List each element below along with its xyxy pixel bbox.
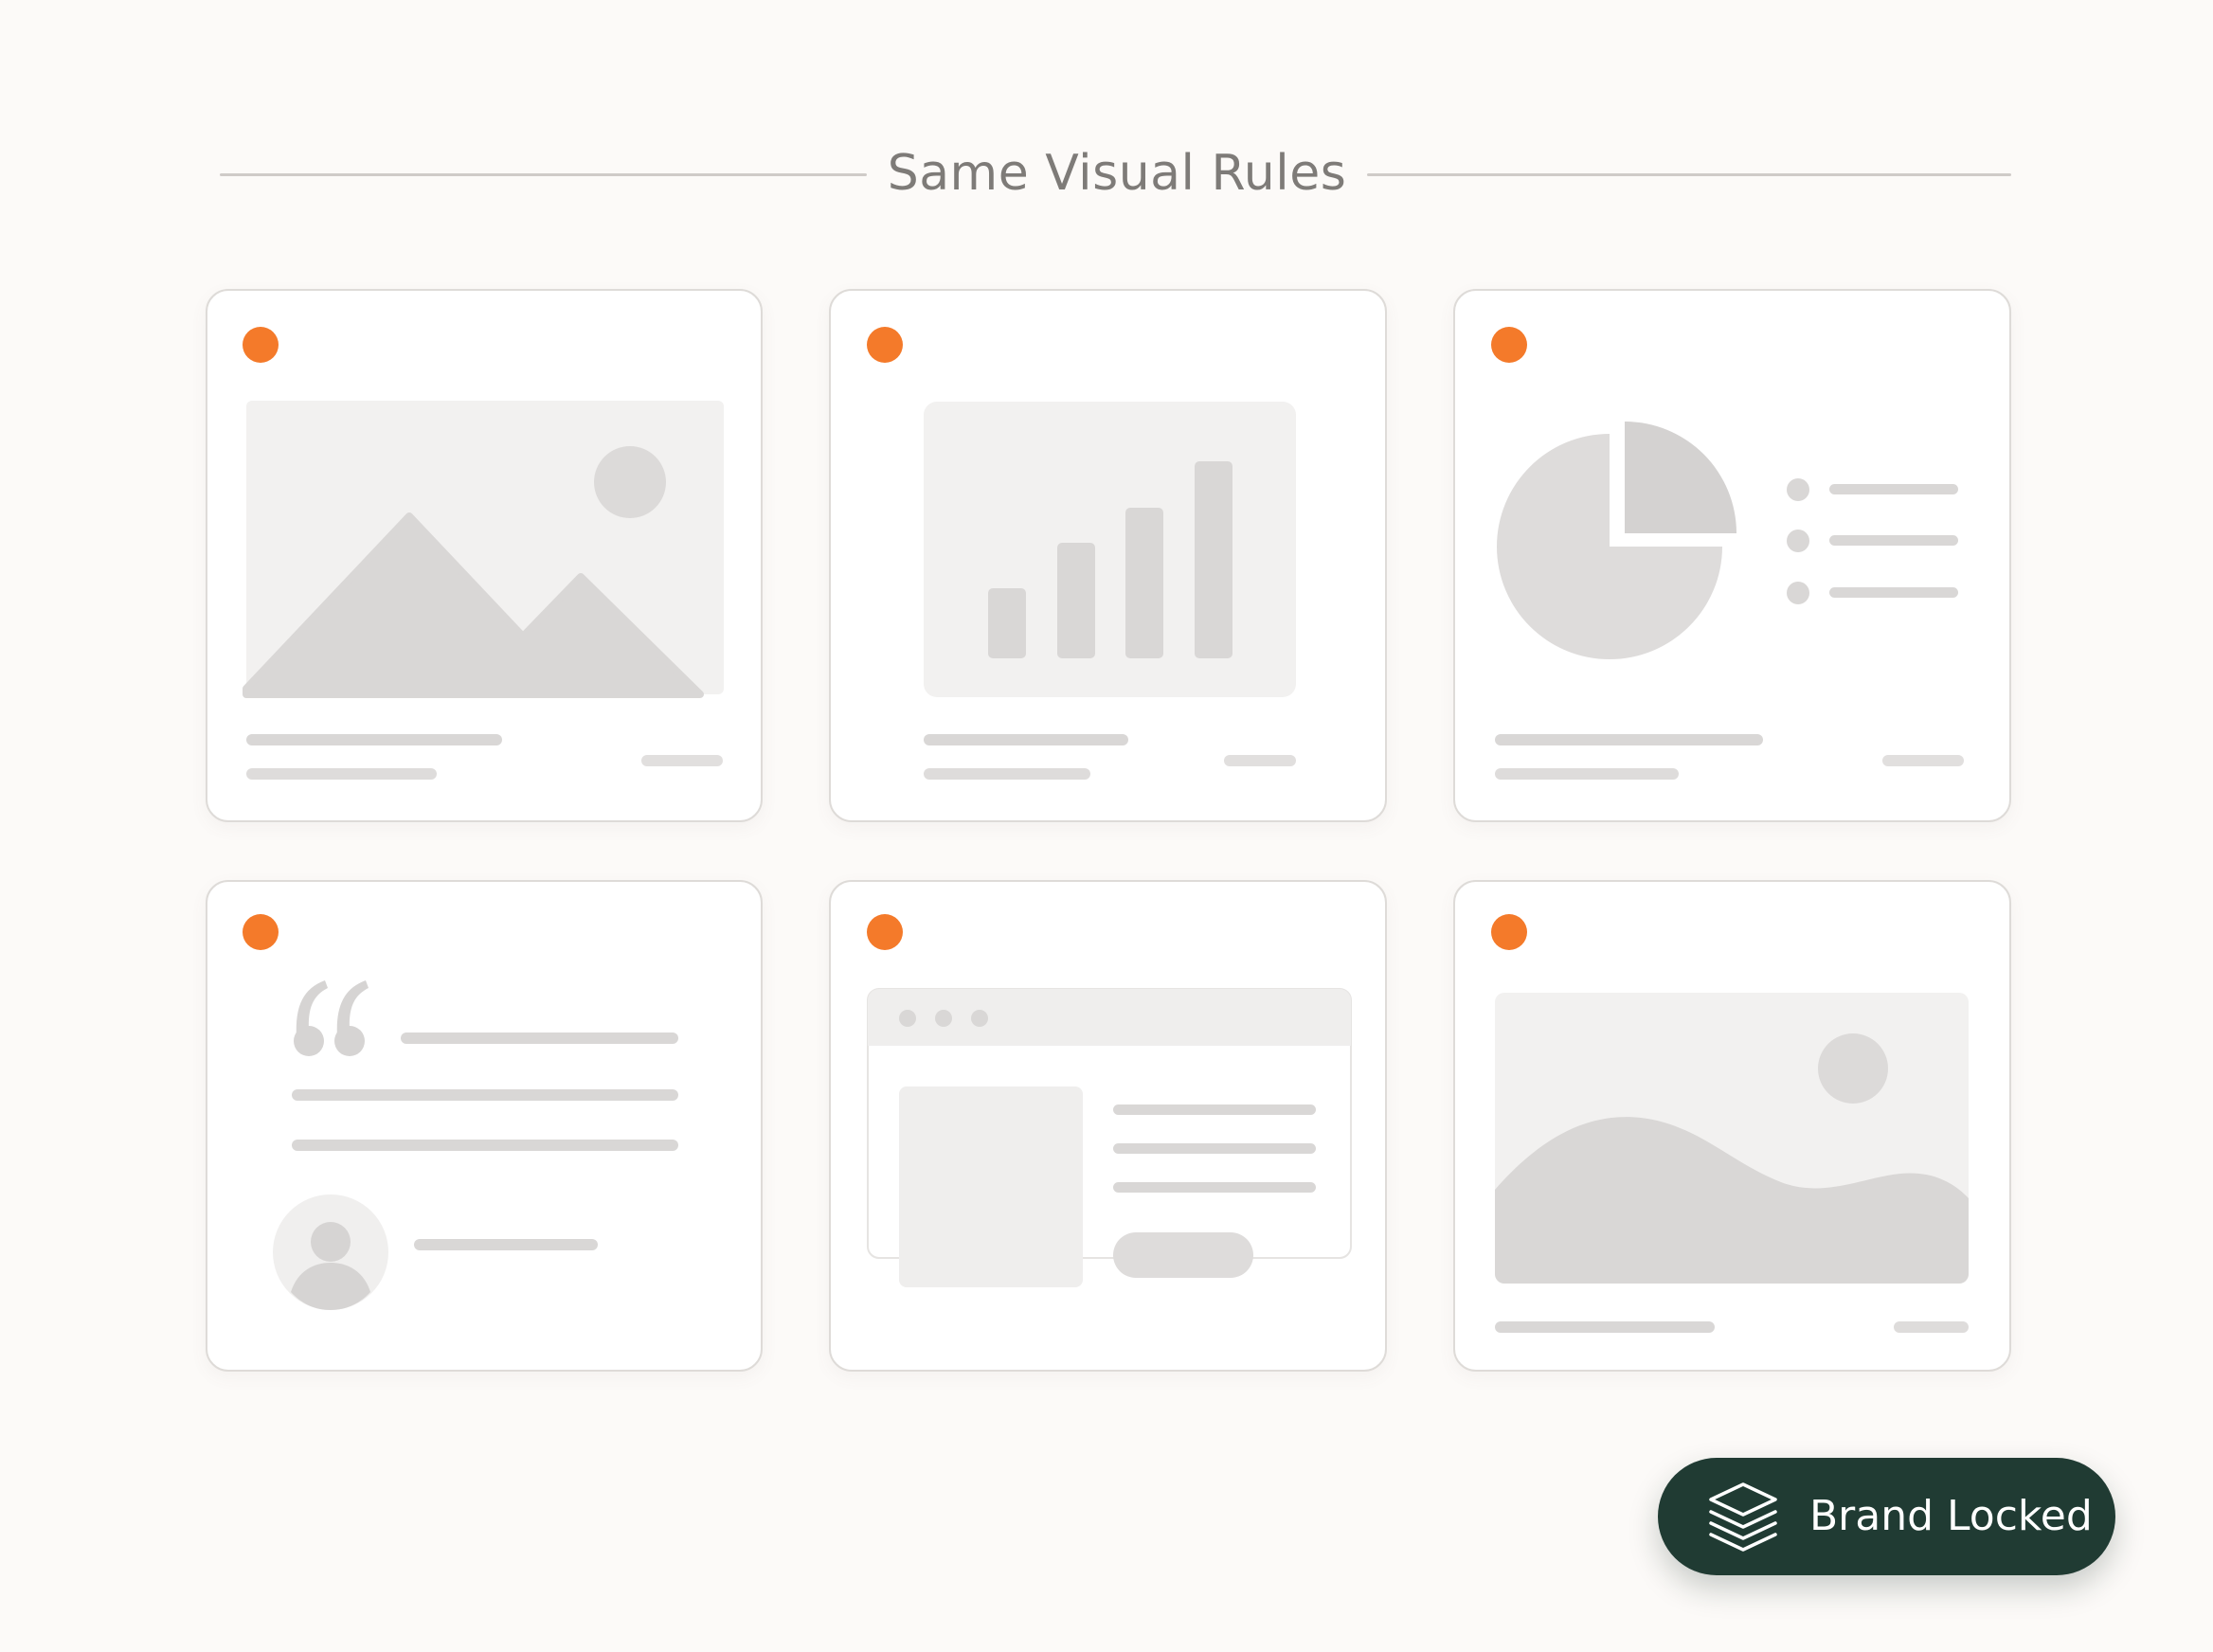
card-landscape-illustration bbox=[1491, 914, 1969, 1333]
card-landscape[interactable] bbox=[1453, 880, 2011, 1372]
brand-locked-label: Brand Locked bbox=[1809, 1492, 2093, 1540]
window-dot bbox=[899, 1010, 916, 1027]
text-line-placeholder bbox=[246, 768, 437, 780]
card-web-page-illustration bbox=[867, 914, 1352, 1287]
text-line-placeholder bbox=[1113, 1143, 1316, 1154]
meta-line-placeholder bbox=[641, 755, 723, 766]
bar-icon bbox=[1125, 508, 1163, 658]
text-line-placeholder bbox=[924, 768, 1090, 780]
card-web-page[interactable] bbox=[829, 880, 1387, 1372]
text-line-placeholder bbox=[1113, 1182, 1316, 1193]
meta-line-placeholder bbox=[1224, 755, 1296, 766]
text-line-placeholder bbox=[246, 734, 502, 745]
pie-slice-icon bbox=[1625, 422, 1736, 533]
legend-dot bbox=[1787, 530, 1809, 552]
text-line-placeholder bbox=[1495, 1321, 1715, 1333]
card-pie-chart-illustration bbox=[1491, 327, 1964, 780]
accent-dot bbox=[1491, 327, 1527, 363]
quote-mark-icon bbox=[294, 980, 369, 1056]
text-line-placeholder bbox=[292, 1089, 678, 1101]
sun-icon bbox=[1818, 1033, 1888, 1104]
accent-dot bbox=[243, 914, 279, 950]
card-quote[interactable] bbox=[206, 880, 763, 1372]
window-dot bbox=[935, 1010, 952, 1027]
card-quote-illustration bbox=[243, 914, 678, 1310]
legend-line-placeholder bbox=[1829, 535, 1958, 546]
bar-icon bbox=[1057, 543, 1095, 658]
title-divider-right bbox=[1367, 173, 2011, 176]
card-bar-chart-illustration bbox=[867, 327, 1296, 780]
chart-frame bbox=[924, 402, 1296, 697]
legend-line-placeholder bbox=[1829, 484, 1958, 494]
bar-icon bbox=[988, 588, 1026, 658]
text-line-placeholder bbox=[924, 734, 1128, 745]
card-pie-chart[interactable] bbox=[1453, 289, 2011, 822]
sun-icon bbox=[594, 446, 666, 518]
text-line-placeholder bbox=[401, 1032, 678, 1044]
text-line-placeholder bbox=[1495, 768, 1679, 780]
window-dot bbox=[971, 1010, 988, 1027]
card-bar-chart[interactable] bbox=[829, 289, 1387, 822]
accent-dot bbox=[867, 327, 903, 363]
accent-dot bbox=[1491, 914, 1527, 950]
avatar-icon bbox=[273, 1194, 388, 1310]
text-line-placeholder bbox=[292, 1140, 678, 1151]
card-image[interactable] bbox=[206, 289, 763, 822]
card-image-illustration bbox=[243, 327, 724, 780]
meta-line-placeholder bbox=[1894, 1321, 1969, 1333]
accent-dot bbox=[867, 914, 903, 950]
title-divider-left bbox=[220, 173, 867, 176]
legend-line-placeholder bbox=[1829, 587, 1958, 598]
name-line-placeholder bbox=[414, 1239, 598, 1250]
legend-dot bbox=[1787, 478, 1809, 501]
button-placeholder bbox=[1113, 1232, 1253, 1278]
text-line-placeholder bbox=[1495, 734, 1763, 745]
meta-line-placeholder bbox=[1882, 755, 1964, 766]
legend-dot bbox=[1787, 582, 1809, 604]
text-line-placeholder bbox=[1113, 1104, 1316, 1115]
brand-locked-badge: Brand Locked bbox=[1658, 1458, 2115, 1575]
bar-icon bbox=[1195, 461, 1232, 658]
page-title: Same Visual Rules bbox=[887, 145, 1347, 202]
content-image-placeholder bbox=[899, 1086, 1083, 1287]
layers-stack-icon bbox=[1709, 1482, 1777, 1552]
accent-dot bbox=[243, 327, 279, 363]
